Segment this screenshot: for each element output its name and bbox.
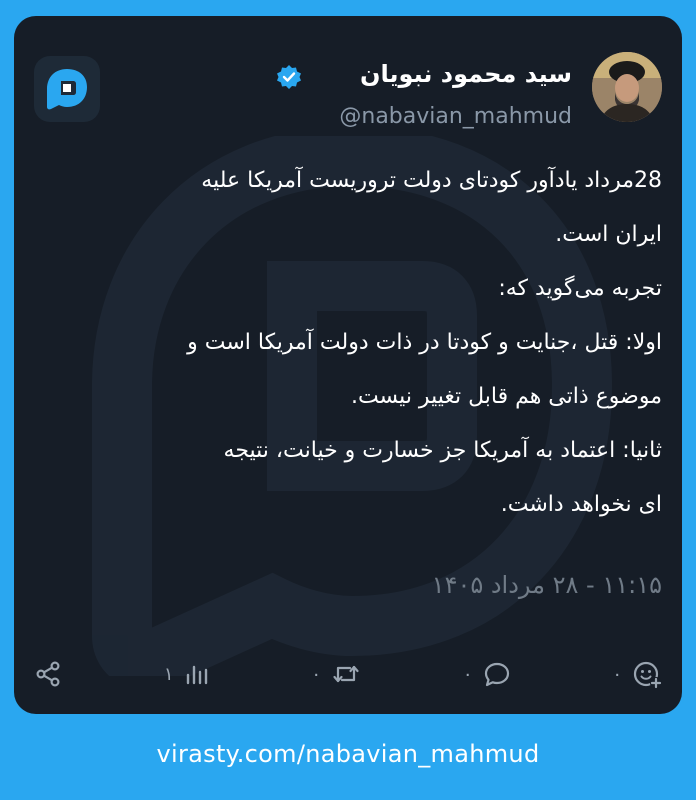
repost-icon — [333, 665, 359, 683]
reply-icon — [484, 662, 509, 687]
app-logo[interactable] — [34, 56, 100, 122]
verified-badge-icon — [277, 65, 301, 89]
avatar[interactable] — [592, 52, 662, 122]
add-reaction-icon — [633, 661, 662, 689]
post-card: سید محمود نبویان @nabavian_mahmud 28مردا… — [14, 16, 682, 714]
profile-link[interactable]: virasty.com/nabavian_mahmud — [0, 740, 696, 768]
post-body-line: تجربه می‌گوید که: — [498, 276, 662, 301]
repost-button[interactable]: ۰ — [311, 660, 361, 688]
post-timestamp: ۱۱:۱۵ - ۲۸ مرداد ۱۴۰۵ — [431, 571, 662, 599]
user-handle[interactable]: @nabavian_mahmud — [339, 104, 572, 129]
profile-photo — [592, 52, 662, 122]
post-body-line: 28مرداد یادآور کودتای دولت تروریست آمریک… — [201, 168, 662, 193]
post-body-line: ثانیا: اعتماد به آمریکا جز خسارت و خیانت… — [223, 438, 662, 463]
action-bar: ۰ ۰ ۰ ۱ — [34, 656, 662, 692]
share-icon — [36, 661, 60, 687]
post-body-line: موضوع ذاتی هم قابل تغییر نیست. — [350, 384, 662, 409]
post-body: 28مرداد یادآور کودتای دولت تروریست آمریک… — [22, 154, 662, 532]
post-body-line: ای نخواهد داشت. — [500, 492, 662, 517]
reply-count: ۰ — [462, 663, 473, 685]
reaction-count: ۰ — [612, 663, 622, 685]
views-count: ۱ — [163, 663, 174, 685]
views-chart-icon — [186, 665, 207, 685]
share-button[interactable] — [34, 660, 62, 688]
post-body-line: اولا: قتل ،جنایت و کودتا در ذات دولت آمر… — [187, 330, 662, 355]
reply-button[interactable]: ۰ — [463, 660, 511, 688]
repost-count: ۰ — [311, 663, 321, 685]
views-indicator[interactable]: ۱ — [164, 661, 210, 687]
virasty-logo-icon — [47, 69, 87, 110]
reaction-button[interactable]: ۰ — [612, 659, 662, 689]
display-name[interactable]: سید محمود نبویان — [360, 60, 572, 88]
post-body-line: ایران است. — [555, 222, 662, 247]
